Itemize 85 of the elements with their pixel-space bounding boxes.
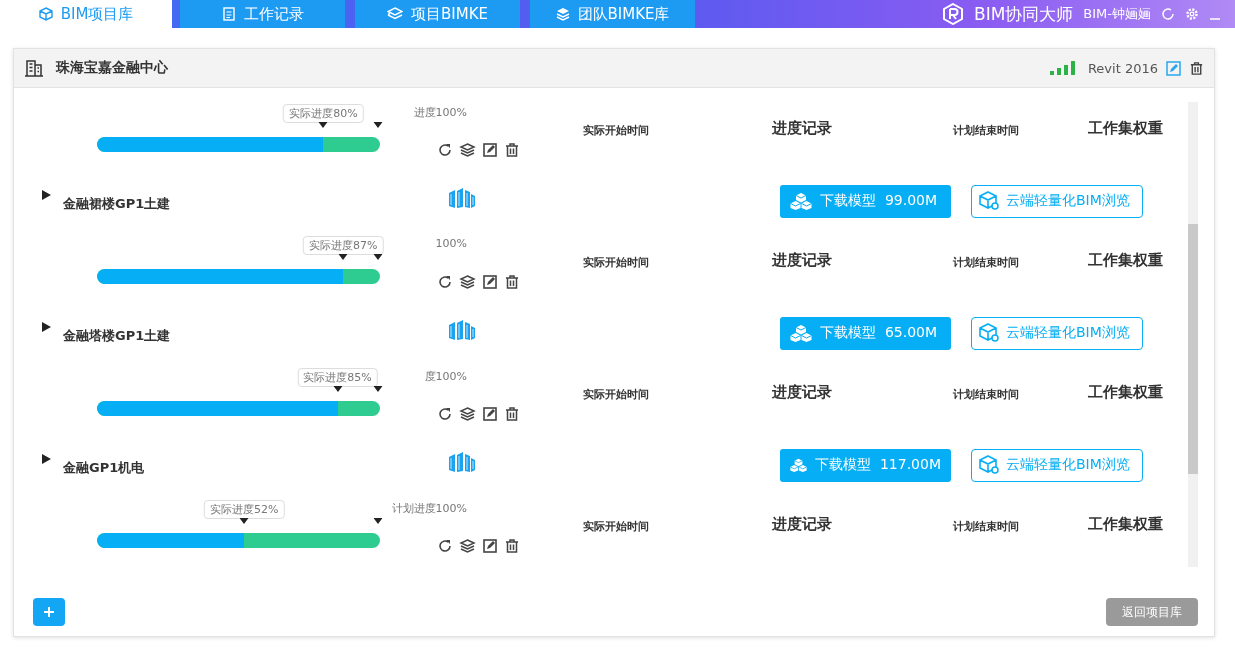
refresh-icon[interactable] <box>437 538 453 554</box>
column-label: 工作集权重 <box>1088 119 1163 137</box>
buildings-icon[interactable] <box>448 451 476 473</box>
trash-icon[interactable] <box>504 274 520 290</box>
trash-icon[interactable] <box>504 538 520 554</box>
model-name: 金融GP1机电 <box>63 459 146 477</box>
layers-icon <box>387 7 403 21</box>
document-icon <box>221 7 236 21</box>
nav-tab[interactable]: 团队BIMKE库 <box>530 0 695 28</box>
trash-icon[interactable] <box>504 406 520 422</box>
building-icon <box>24 59 44 77</box>
app-title: BIM协同大师 <box>974 2 1074 26</box>
plan-marker-icon <box>373 386 383 392</box>
trash-icon[interactable] <box>504 142 520 158</box>
layers-icon[interactable] <box>459 274 476 290</box>
plus-icon <box>43 606 55 618</box>
plan-progress-label: 进度100% <box>413 105 467 120</box>
column-label: 实际开始时间 <box>583 519 649 533</box>
column-label: 计划结束时间 <box>953 519 1019 533</box>
cloud-bim-view-button[interactable]: 云端轻量化BIM浏览 <box>971 184 1143 218</box>
column-label: 进度记录 <box>772 383 832 401</box>
edit-icon[interactable] <box>482 142 498 158</box>
scrollbar[interactable] <box>1188 102 1198 567</box>
project-title: 珠海宝嘉金融中心 <box>56 59 168 77</box>
add-button[interactable] <box>33 598 65 626</box>
model-name: 金融裙楼GP1土建 <box>63 195 172 213</box>
download-model-button[interactable]: 下载模型 117.00M <box>780 448 951 482</box>
plan-progress-label: 100% <box>435 237 467 250</box>
buildings-icon[interactable] <box>448 187 476 209</box>
download-model-button[interactable]: 下载模型 99.00M <box>780 184 951 218</box>
progress-tooltip: 实际进度52% <box>203 500 285 519</box>
plan-marker-icon <box>373 122 383 128</box>
progress-tooltip: 实际进度87% <box>303 236 384 255</box>
cloud-bim-view-button[interactable]: 云端轻量化BIM浏览 <box>971 316 1143 350</box>
cube-icon <box>978 191 1000 211</box>
layers-icon[interactable] <box>459 406 476 422</box>
logo-icon <box>942 3 964 25</box>
layers-icon[interactable] <box>459 142 476 158</box>
cube-icon <box>978 455 1000 475</box>
refresh-icon[interactable] <box>437 406 453 422</box>
column-label: 计划结束时间 <box>953 387 1019 401</box>
user-name[interactable]: BIM-钟婳婳 <box>1083 5 1151 23</box>
plan-marker-icon <box>373 518 383 524</box>
column-label: 工作集权重 <box>1088 515 1163 533</box>
model-name: 金融塔楼GP1土建 <box>63 327 172 345</box>
cloud-bim-view-button[interactable]: 云端轻量化BIM浏览 <box>971 448 1143 482</box>
column-label: 进度记录 <box>772 515 832 533</box>
plan-progress-label: 计划进度100% <box>391 501 467 516</box>
software-version: Revit 2016 <box>1087 60 1158 76</box>
column-label: 工作集权重 <box>1088 251 1163 269</box>
trash-icon[interactable] <box>1189 60 1204 76</box>
nav-tab[interactable]: BIM项目库 <box>0 0 172 28</box>
refresh-icon[interactable] <box>437 142 453 158</box>
column-label: 实际开始时间 <box>583 387 649 401</box>
edit-icon[interactable] <box>482 538 498 554</box>
refresh-icon[interactable] <box>437 274 453 290</box>
edit-icon[interactable] <box>482 274 498 290</box>
edit-icon[interactable] <box>482 406 498 422</box>
cubes-icon <box>790 456 808 474</box>
column-label: 计划结束时间 <box>953 255 1019 269</box>
signal-icon <box>1049 61 1076 75</box>
column-label: 工作集权重 <box>1088 383 1163 401</box>
column-label: 进度记录 <box>772 119 832 137</box>
column-label: 实际开始时间 <box>583 123 649 137</box>
column-label: 计划结束时间 <box>953 123 1019 137</box>
plan-progress-label: 度100% <box>424 369 467 384</box>
back-button[interactable]: 返回项目库 <box>1106 598 1198 626</box>
progress-tooltip: 实际进度85% <box>297 368 378 387</box>
expand-arrow-icon[interactable] <box>41 190 51 200</box>
nav-tab[interactable]: 工作记录 <box>180 0 345 28</box>
cube-icon <box>978 323 1000 343</box>
buildings-icon[interactable] <box>448 319 476 341</box>
expand-arrow-icon[interactable] <box>41 322 51 332</box>
cubes-icon <box>790 192 812 210</box>
progress-tooltip: 实际进度80% <box>283 104 364 123</box>
layers-icon[interactable] <box>459 538 476 554</box>
column-label: 实际开始时间 <box>583 255 649 269</box>
download-model-button[interactable]: 下载模型 65.00M <box>780 316 951 350</box>
expand-arrow-icon[interactable] <box>41 454 51 464</box>
cube-icon <box>38 7 53 21</box>
column-label: 进度记录 <box>772 251 832 269</box>
cubes-icon <box>790 324 812 342</box>
settings-icon[interactable] <box>1185 7 1199 21</box>
nav-tab[interactable]: 项目BIMKE <box>355 0 520 28</box>
layers-icon <box>555 7 570 21</box>
